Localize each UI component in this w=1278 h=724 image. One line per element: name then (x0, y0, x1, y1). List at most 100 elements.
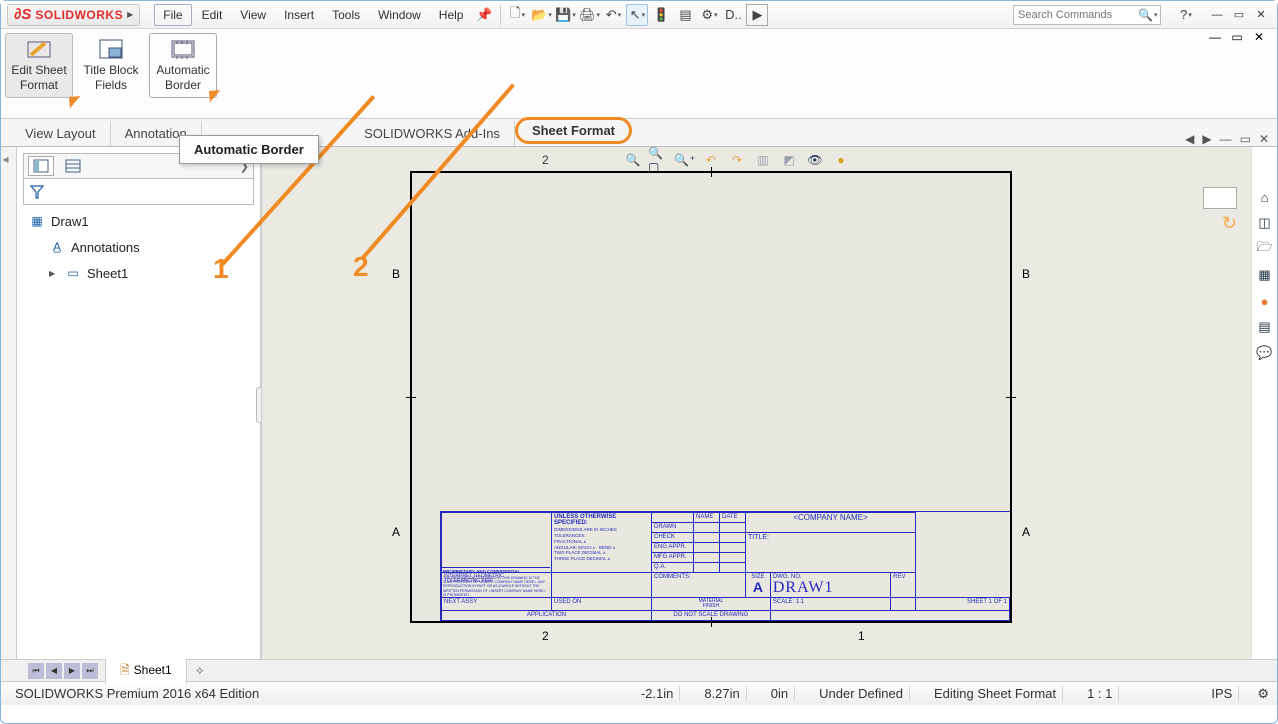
filter-row[interactable] (23, 179, 254, 205)
sheet-tab-1[interactable]: 🗎Sheet1 (105, 658, 187, 684)
search-icon[interactable]: 🔍 (1138, 8, 1153, 22)
status-z: 0in (765, 686, 795, 701)
menu-bar: ∂S SOLIDWORKS ▶ File Edit View Insert To… (1, 1, 1277, 29)
app-logo[interactable]: ∂S SOLIDWORKS ▶ (7, 4, 140, 26)
status-mode: Editing Sheet Format (928, 686, 1063, 701)
maximize-pane-icon[interactable]: ▭ (1240, 132, 1251, 146)
title-block-fields-button[interactable]: Title Block Fields (77, 33, 145, 98)
tab-addins[interactable]: SOLIDWORKS Add-Ins (350, 121, 515, 146)
rotate-right-icon[interactable]: ↷ (726, 149, 748, 171)
rotate-reload-icon[interactable]: ↻ (1222, 213, 1237, 234)
feature-tree-icon[interactable] (28, 156, 54, 176)
forum-icon[interactable]: 💬 (1255, 343, 1275, 363)
hide-show-icon[interactable]: 👁 (804, 149, 826, 171)
zoom-icon[interactable]: 🔍⁺ (674, 149, 696, 171)
add-sheet-icon[interactable]: ✧ (187, 664, 213, 678)
tooltip-automatic-border: Automatic Border (179, 135, 319, 164)
status-bar: SOLIDWORKS Premium 2016 x64 Edition -2.1… (1, 681, 1277, 705)
print-icon[interactable]: 🖨▾ (578, 4, 600, 26)
status-edition: SOLIDWORKS Premium 2016 x64 Edition (9, 686, 265, 701)
close-icon[interactable]: ✕ (1251, 6, 1271, 24)
display-pane-icon[interactable]: ▦ (1255, 265, 1275, 285)
first-tab-icon[interactable]: ⏮ (28, 663, 44, 679)
minimize-pane-icon[interactable]: — (1220, 132, 1232, 146)
next-tab-icon[interactable]: ▶ (64, 663, 80, 679)
select-icon[interactable]: ↖▾ (626, 4, 648, 26)
prev-doc-icon[interactable]: ◀ (1185, 132, 1194, 146)
drawing-sheet[interactable]: PROPRIETARY AND CONFIDENTIAL THE INFORMA… (410, 171, 1012, 623)
funnel-icon (30, 185, 44, 199)
run-icon[interactable]: ▶ (746, 4, 768, 26)
search-commands[interactable]: 🔍 ▾ (1013, 5, 1161, 25)
appearance-sphere-icon[interactable]: ● (1255, 291, 1275, 311)
menu-file[interactable]: File (154, 4, 191, 26)
zoom-fit-icon[interactable]: 🔍 (622, 149, 644, 171)
property-manager-icon[interactable] (60, 156, 86, 176)
graphics-viewport[interactable]: 🔍 🔍▢ 🔍⁺ ↶ ↷ ▥ ◩ 👁 ● 2 B B A A 2 1 PROPRI… (261, 147, 1277, 659)
ribbon-label: Title Block (84, 63, 139, 78)
new-file-icon[interactable]: 🗋▾ (506, 4, 528, 26)
tree-annotations[interactable]: A̲ Annotations (25, 237, 252, 257)
status-units[interactable]: IPS (1205, 686, 1239, 701)
ribbon-label-2: Fields (95, 78, 127, 93)
child-close-icon[interactable]: ✕ (1249, 28, 1269, 46)
ribbon-label: Automatic (156, 63, 209, 78)
child-restore-icon[interactable]: ▭ (1227, 28, 1247, 46)
status-settings-icon[interactable]: ⚙ (1257, 686, 1269, 702)
minimize-icon[interactable]: — (1207, 6, 1227, 24)
settings-icon[interactable]: ⚙▾ (698, 4, 720, 26)
task-list-icon[interactable]: ▤ (1255, 317, 1275, 337)
task-pane: ⌂ ◫ 🗁 ▦ ● ▤ 💬 (1251, 147, 1277, 659)
expand-arrow-icon[interactable]: ▶ (49, 269, 59, 278)
tree-sheet1[interactable]: ▶ ▭ Sheet1 (25, 263, 252, 283)
zone-label: 2 (542, 153, 549, 167)
automatic-border-icon (170, 38, 196, 60)
tab-view-layout[interactable]: View Layout (11, 121, 111, 146)
help-icon[interactable]: ?▾ (1175, 4, 1197, 26)
edit-sheet-format-button[interactable]: Edit Sheet Format (5, 33, 73, 98)
3dview-icon[interactable]: ◫ (1255, 213, 1275, 233)
appearance-icon[interactable]: ● (830, 149, 852, 171)
title-block[interactable]: UNLESS OTHERWISE SPECIFIED: DIMENSIONS A… (440, 511, 1010, 621)
open-icon[interactable]: 📂▾ (530, 4, 552, 26)
menu-window[interactable]: Window (370, 5, 429, 25)
menu-tools[interactable]: Tools (324, 5, 368, 25)
menu-edit[interactable]: Edit (194, 5, 231, 25)
menu-help[interactable]: Help (431, 5, 472, 25)
zone-label: A (1022, 525, 1030, 539)
undo-icon[interactable]: ↶▾ (602, 4, 624, 26)
menu-view[interactable]: View (232, 5, 274, 25)
rebuild-icon[interactable]: 🚦 (650, 4, 672, 26)
search-input[interactable] (1018, 9, 1138, 21)
zoom-area-icon[interactable]: 🔍▢ (648, 149, 670, 171)
close-pane-icon[interactable]: ✕ (1259, 132, 1269, 146)
save-icon[interactable]: 💾▾ (554, 4, 576, 26)
mini-map[interactable] (1203, 187, 1237, 209)
section-icon[interactable]: ▥ (752, 149, 774, 171)
child-minimize-icon[interactable]: — (1205, 28, 1225, 46)
menu-insert[interactable]: Insert (276, 5, 322, 25)
open-folder-icon[interactable]: 🗁 (1255, 239, 1275, 259)
tab-sheet-format[interactable]: Sheet Format (515, 117, 632, 144)
zone-label: B (1022, 267, 1030, 281)
ribbon-label-2: Format (20, 78, 58, 93)
restore-icon[interactable]: ▭ (1229, 6, 1249, 24)
sheet-icon: ▭ (65, 265, 81, 281)
last-tab-icon[interactable]: ⏭ (82, 663, 98, 679)
status-defined: Under Defined (813, 686, 910, 701)
options-icon[interactable]: ▤ (674, 4, 696, 26)
next-doc-icon[interactable]: ▶ (1202, 132, 1211, 146)
automatic-border-button[interactable]: Automatic Border (149, 33, 217, 98)
tree-root[interactable]: ▦ Draw1 (25, 211, 252, 231)
home-icon[interactable]: ⌂ (1255, 187, 1275, 207)
left-gutter: ◀ (1, 147, 17, 659)
status-scale[interactable]: 1 : 1 (1081, 686, 1119, 701)
tab-strip-controls: ◀ ▶ — ▭ ✕ (1177, 132, 1277, 146)
more-icon[interactable]: D.. (722, 4, 744, 26)
zone-label: B (392, 267, 400, 281)
drawing-icon: ▦ (29, 213, 45, 229)
tree-item-label: Annotations (71, 240, 140, 255)
display-style-icon[interactable]: ◩ (778, 149, 800, 171)
prev-tab-icon[interactable]: ◀ (46, 663, 62, 679)
pin-icon[interactable]: 📌 (473, 4, 495, 26)
